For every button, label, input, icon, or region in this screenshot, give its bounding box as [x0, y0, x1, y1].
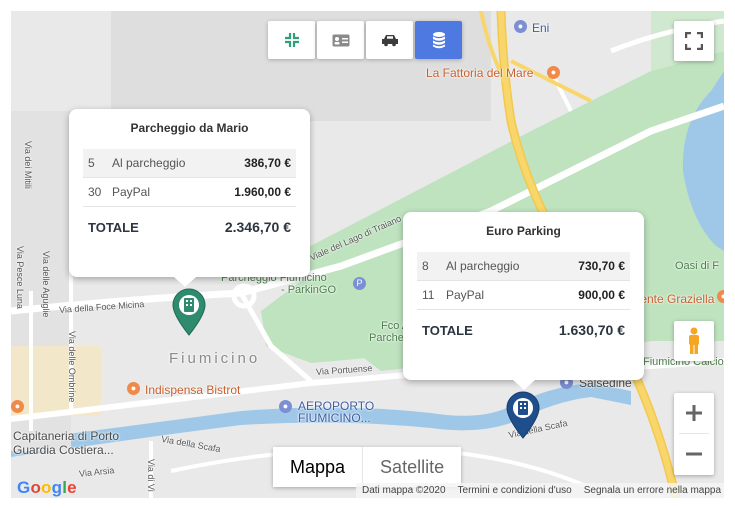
total-value: 1.630,70 €: [558, 322, 625, 338]
restaurant-poi-icon[interactable]: ●: [127, 382, 140, 395]
eni-poi-icon[interactable]: ●: [514, 20, 527, 33]
table-row: 5 Al parcheggio 386,70 €: [83, 149, 296, 178]
map-view[interactable]: ● ● ● ● P ● ● ● Eni La Fattoria del Mare…: [11, 11, 724, 498]
id-card-icon: [332, 34, 349, 46]
fullscreen-icon: [685, 32, 703, 50]
row-method: Al parcheggio: [112, 156, 186, 170]
row-count: 5: [88, 156, 95, 170]
row-count: 8: [422, 259, 429, 273]
map-type-map-button[interactable]: Mappa: [273, 447, 363, 487]
parking-marker-mario-icon[interactable]: [171, 288, 207, 336]
plus-icon: [686, 405, 702, 421]
map-label-fiumicino-town: Fiumicino: [169, 350, 261, 367]
map-label-fattoria: La Fattoria del Mare: [426, 66, 534, 80]
compress-icon: [284, 33, 299, 47]
id-card-button[interactable]: [317, 21, 364, 59]
total-label: TOTALE: [88, 219, 139, 235]
map-label-aeroporto-2: FIUMICINO...: [298, 411, 371, 425]
map-label-capitaneria-2: Guardia Costiera...: [13, 443, 114, 457]
map-label-eni: Eni: [532, 21, 550, 35]
row-method: PayPal: [112, 185, 151, 199]
minus-icon: [686, 452, 702, 456]
pegman-icon: [689, 327, 699, 354]
zoom-control: [674, 393, 714, 475]
map-label-oasi: Oasi di F: [675, 260, 720, 272]
terms-link[interactable]: Termini e condizioni d'uso: [458, 483, 572, 498]
report-error-link[interactable]: Segnala un errore nella mappa: [584, 483, 721, 498]
map-type-control: Mappa Satellite: [273, 447, 462, 487]
table-row: 30 PayPal 1.960,00 €: [83, 178, 296, 207]
table-row: 8 Al parcheggio 730,70 €: [417, 252, 630, 281]
zoom-in-button[interactable]: [674, 393, 714, 433]
map-label-via-di-vi: Via di Vi: [146, 459, 156, 492]
compress-button[interactable]: [268, 21, 315, 59]
total-label: TOTALE: [422, 322, 473, 338]
row-count: 30: [88, 185, 102, 199]
map-label-via-pesce-luna: Via Pesce Luna: [15, 246, 25, 309]
restaurant-poi-icon[interactable]: ●: [547, 66, 560, 79]
car-icon: [381, 34, 398, 46]
street-view-button[interactable]: [674, 321, 714, 361]
map-label-indispensa: Indispensa Bistrot: [145, 383, 241, 397]
row-amount: 1.960,00 €: [234, 185, 291, 199]
parking-marker-euro-icon[interactable]: [505, 391, 541, 439]
map-label-via-delle-aguglie: Via delle Aguglie: [41, 251, 51, 318]
row-count: 11: [422, 288, 435, 302]
map-footer: Dati mappa ©2020 Termini e condizioni d'…: [356, 483, 724, 498]
google-logo[interactable]: Google: [17, 478, 77, 498]
row-method: PayPal: [446, 288, 485, 302]
map-label-via-delle-ombrine: Via delle Ombrine: [67, 331, 77, 403]
table-row: 11 PayPal 900,00 €: [417, 281, 630, 310]
coins-button[interactable]: [415, 21, 462, 59]
row-amount: 900,00 €: [578, 288, 625, 302]
zoom-out-button[interactable]: [674, 434, 714, 474]
restaurant-poi-icon[interactable]: ●: [717, 290, 724, 303]
coins-icon: [432, 32, 445, 49]
total-value: 2.346,70 €: [224, 219, 291, 235]
restaurant-poi-icon[interactable]: ●: [11, 400, 24, 413]
info-window-mario: Parcheggio da Mario 5 Al parcheggio 386,…: [69, 109, 310, 287]
info-window-euro: Euro Parking 8 Al parcheggio 730,70 € 11…: [403, 212, 644, 390]
total-row: TOTALE 2.346,70 €: [83, 207, 296, 247]
map-data-attribution[interactable]: Dati mappa ©2020: [362, 483, 446, 498]
info-title: Euro Parking: [486, 224, 561, 238]
airport-poi-icon[interactable]: ●: [279, 400, 292, 413]
fullscreen-button[interactable]: [674, 21, 714, 61]
total-row: TOTALE 1.630,70 €: [417, 310, 630, 350]
info-title: Parcheggio da Mario: [130, 121, 249, 135]
map-label-capitaneria-1: Capitaneria di Porto: [13, 429, 120, 443]
map-type-satellite-button[interactable]: Satellite: [362, 447, 462, 487]
filter-toolbar: [268, 21, 462, 59]
row-method: Al parcheggio: [446, 259, 520, 273]
car-button[interactable]: [366, 21, 413, 59]
row-amount: 386,70 €: [244, 156, 291, 170]
map-label-parkingo: - ParkinGO: [281, 284, 337, 296]
map-label-via-dei-mitili: Via dei Mitili: [23, 141, 33, 189]
parking-poi-icon[interactable]: P: [353, 277, 366, 290]
row-amount: 730,70 €: [578, 259, 625, 273]
